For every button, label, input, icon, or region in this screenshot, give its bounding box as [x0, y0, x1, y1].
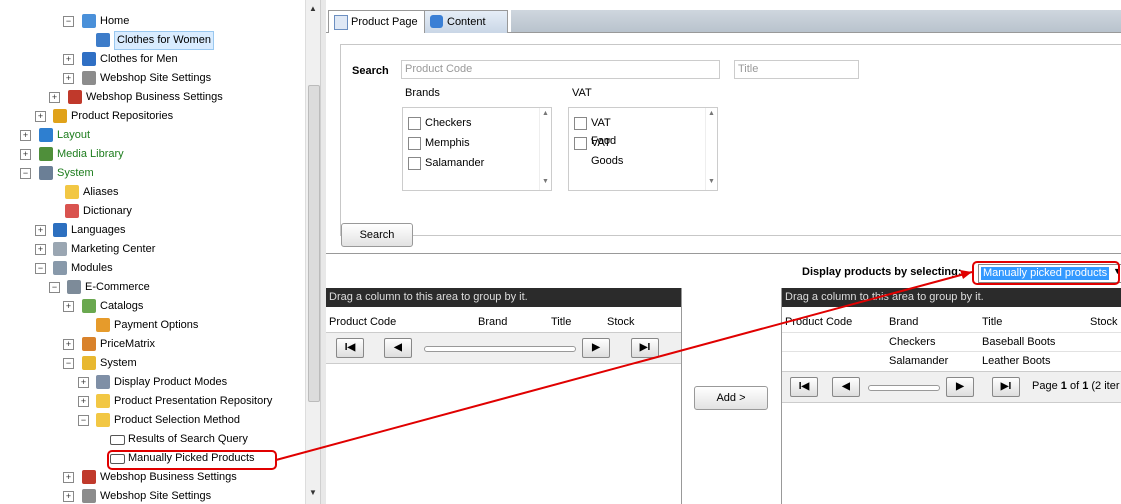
annotation-highlight-select — [972, 261, 1120, 285]
annotation-arrow-line — [275, 271, 973, 461]
annotation-arrowhead — [960, 270, 972, 279]
annotation-overlay — [107, 261, 1120, 470]
annotation-highlight-tree — [107, 450, 277, 470]
